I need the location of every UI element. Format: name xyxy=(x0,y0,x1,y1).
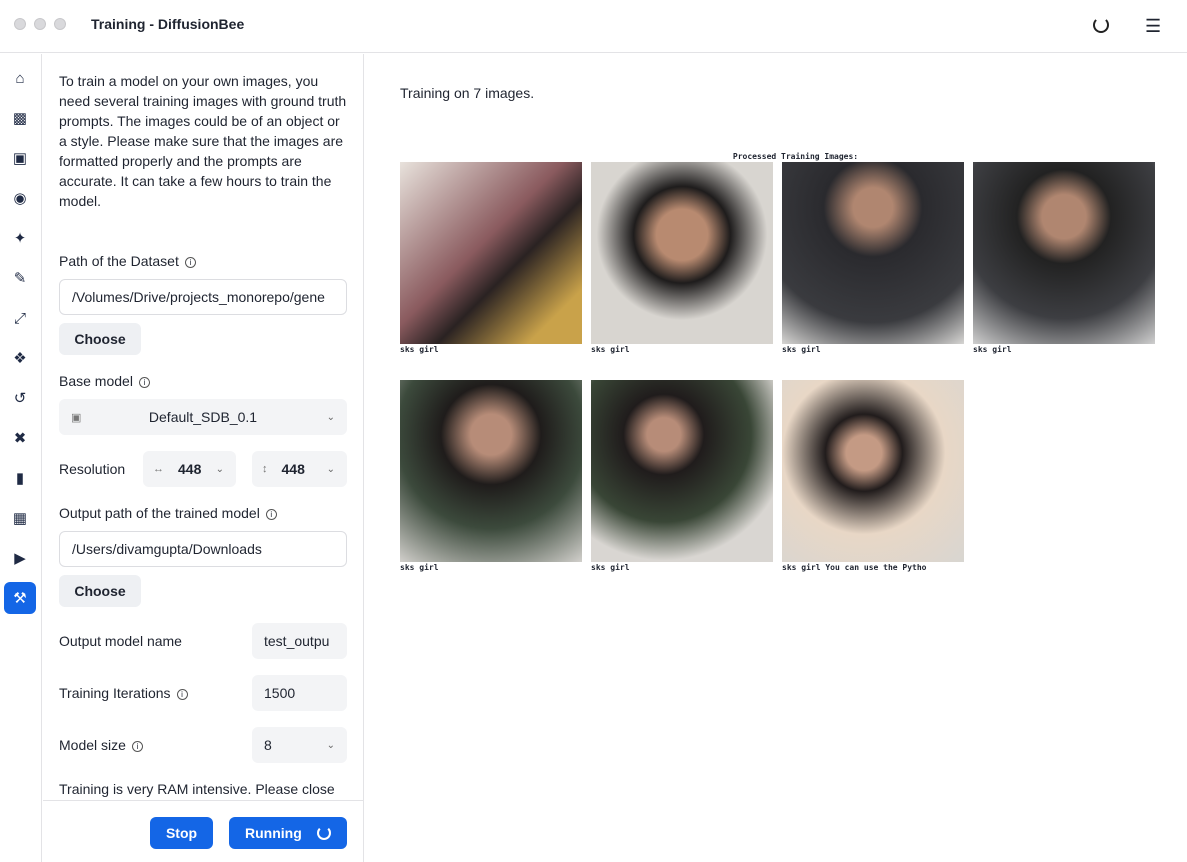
resolution-height-value: 448 xyxy=(281,461,305,477)
iterations-label-text: Training Iterations xyxy=(59,685,171,701)
training-image xyxy=(591,380,773,562)
minimize-window-button[interactable] xyxy=(34,18,46,30)
history-icon[interactable]: ↺ xyxy=(4,382,36,414)
main-content: Training on 7 images. Processed Training… xyxy=(364,54,1187,862)
image-caption: sks girl You can use the Pytho xyxy=(782,563,927,572)
choose-dataset-button[interactable]: Choose xyxy=(59,323,141,355)
chevron-down-icon: ⌄ xyxy=(326,739,335,751)
running-label: Running xyxy=(245,825,302,841)
intro-text: To train a model on your own images, you… xyxy=(59,73,347,209)
image-caption: sks girl xyxy=(400,563,439,572)
base-model-value: Default_SDB_0.1 xyxy=(148,409,258,425)
file-icon[interactable]: ▮ xyxy=(4,462,36,494)
running-button[interactable]: Running xyxy=(229,817,347,849)
loading-spinner-icon xyxy=(317,826,331,840)
info-icon[interactable]: i xyxy=(265,509,277,520)
magic-wand-icon[interactable]: ✦ xyxy=(4,222,36,254)
palette-icon[interactable]: ◉ xyxy=(4,182,36,214)
base-model-label-text: Base model xyxy=(59,373,133,389)
training-settings-panel: To train a model on your own images, you… xyxy=(43,54,364,862)
image-caption: sks girl xyxy=(973,345,1012,354)
icon-sidebar: ⌂ ▩ ▣ ◉ ✦ ✎ ⤢ ❖ ↺ ✖ ▮ ▦ ▶ ⚒ xyxy=(0,54,42,862)
training-image xyxy=(973,162,1155,344)
training-image xyxy=(782,162,964,344)
output-path-label: Output path of the trained model i xyxy=(59,505,277,521)
model-size-select[interactable]: 8 ⌄ xyxy=(252,727,347,763)
dataset-label: Path of the Dataset i xyxy=(59,253,196,269)
training-status: Training on 7 images. xyxy=(400,85,535,101)
width-icon: ↔ xyxy=(153,463,164,475)
close-window-button[interactable] xyxy=(14,18,26,30)
dataset-label-text: Path of the Dataset xyxy=(59,253,179,269)
iterations-label: Training Iterations i xyxy=(59,685,188,701)
processed-images-title: Processed Training Images: xyxy=(732,152,859,161)
info-icon[interactable]: i xyxy=(176,689,188,700)
hamburger-menu-icon[interactable]: ☰ xyxy=(1145,17,1161,35)
video-icon[interactable]: ▶ xyxy=(4,542,36,574)
tools-icon[interactable]: ✖ xyxy=(4,422,36,454)
model-size-label: Model size i xyxy=(59,737,143,753)
zoom-window-button[interactable] xyxy=(54,18,66,30)
images-icon[interactable]: ▣ xyxy=(4,142,36,174)
chevron-down-icon: ⌄ xyxy=(215,463,224,475)
expand-icon[interactable]: ⤢ xyxy=(4,302,36,334)
image-caption: sks girl xyxy=(591,563,630,572)
output-path-label-text: Output path of the trained model xyxy=(59,505,260,521)
model-size-label-text: Model size xyxy=(59,737,126,753)
title-bar: Training - DiffusionBee ☰ xyxy=(0,0,1187,53)
chevron-down-icon: ⌄ xyxy=(326,411,335,423)
image-file-icon[interactable]: ▩ xyxy=(4,102,36,134)
image-icon: ▣ xyxy=(71,411,82,424)
model-size-value: 8 xyxy=(264,737,272,753)
output-name-input[interactable]: test_outpu xyxy=(252,623,347,659)
resolution-height-select[interactable]: ↕ 448 ⌄ xyxy=(252,451,347,487)
training-image xyxy=(400,162,582,344)
photo-stack-icon[interactable]: ▦ xyxy=(4,502,36,534)
window-title: Training - DiffusionBee xyxy=(91,16,245,32)
height-icon: ↕ xyxy=(262,463,268,475)
info-icon[interactable]: i xyxy=(184,257,196,268)
dataset-path-input[interactable]: /Volumes/Drive/projects_monorepo/gene xyxy=(59,279,347,315)
resolution-width-select[interactable]: ↔ 448 ⌄ xyxy=(143,451,236,487)
cubes-icon[interactable]: ❖ xyxy=(4,342,36,374)
image-caption: sks girl xyxy=(782,345,821,354)
loading-spinner-icon xyxy=(1093,17,1109,33)
chevron-down-icon: ⌄ xyxy=(326,463,335,475)
resolution-width-value: 448 xyxy=(178,461,202,477)
base-model-label: Base model i xyxy=(59,373,150,389)
training-image xyxy=(591,162,773,344)
stop-button[interactable]: Stop xyxy=(150,817,213,849)
training-image xyxy=(782,380,964,562)
info-icon[interactable]: i xyxy=(131,741,143,752)
training-image xyxy=(400,380,582,562)
home-icon[interactable]: ⌂ xyxy=(4,62,36,94)
output-name-label: Output model name xyxy=(59,633,182,649)
image-caption: sks girl xyxy=(400,345,439,354)
image-caption: sks girl xyxy=(591,345,630,354)
hammer-icon[interactable]: ⚒ xyxy=(4,582,36,614)
choose-output-button[interactable]: Choose xyxy=(59,575,141,607)
output-path-input[interactable]: /Users/divamgupta/Downloads xyxy=(59,531,347,567)
ram-warning: Training is very RAM intensive. Please c… xyxy=(59,781,335,797)
base-model-select[interactable]: ▣ Default_SDB_0.1 ⌄ xyxy=(59,399,347,435)
info-icon[interactable]: i xyxy=(138,377,150,388)
panel-footer: Stop Running xyxy=(43,800,363,862)
brush-icon[interactable]: ✎ xyxy=(4,262,36,294)
resolution-label: Resolution xyxy=(59,461,126,477)
iterations-input[interactable]: 1500 xyxy=(252,675,347,711)
